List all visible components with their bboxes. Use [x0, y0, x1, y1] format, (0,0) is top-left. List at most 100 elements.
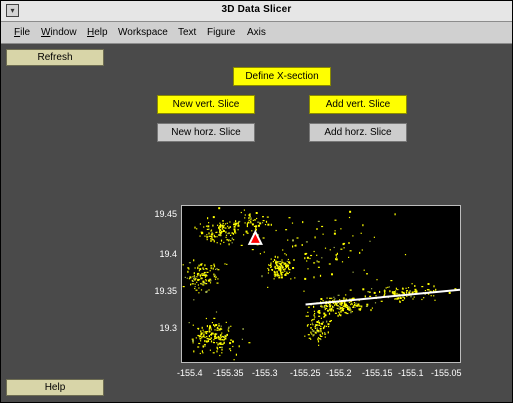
data-point — [273, 259, 276, 261]
data-point — [344, 305, 346, 308]
new-horz-slice-button[interactable]: New horz. Slice — [157, 123, 255, 142]
data-point — [210, 238, 212, 240]
data-point — [342, 243, 345, 246]
data-point — [284, 270, 286, 272]
data-point — [206, 336, 208, 338]
data-point — [414, 288, 417, 291]
data-point — [216, 327, 219, 329]
data-point — [233, 223, 235, 226]
data-point — [354, 306, 356, 308]
data-point — [285, 265, 287, 268]
title-bar: ▾ 3D Data Slicer — [1, 1, 512, 22]
data-point — [193, 278, 195, 280]
data-point — [336, 305, 339, 307]
new-vert-slice-button[interactable]: New vert. Slice — [157, 95, 255, 114]
data-point — [448, 291, 451, 294]
data-point — [206, 236, 209, 238]
menu-text[interactable]: Text — [178, 27, 196, 38]
data-point — [401, 299, 404, 301]
data-point — [214, 333, 216, 336]
data-point — [232, 232, 235, 235]
data-point — [430, 295, 432, 297]
data-point — [307, 334, 310, 336]
data-point — [207, 225, 210, 228]
data-point — [318, 324, 321, 326]
data-point — [304, 277, 307, 280]
data-point — [366, 303, 369, 306]
data-point — [312, 324, 314, 326]
data-point — [206, 332, 208, 335]
data-point — [201, 336, 203, 339]
data-point — [373, 291, 376, 294]
data-point — [261, 275, 263, 278]
data-point — [373, 236, 375, 238]
menu-file[interactable]: File — [14, 27, 30, 38]
data-point — [199, 274, 201, 277]
data-point — [322, 327, 325, 330]
data-point — [202, 345, 204, 348]
data-point — [331, 297, 333, 299]
data-point — [224, 223, 227, 225]
data-point — [296, 237, 299, 239]
data-point — [307, 315, 309, 317]
data-point — [306, 256, 309, 259]
data-point — [270, 223, 272, 226]
data-point — [384, 291, 386, 294]
data-point — [315, 332, 317, 334]
menu-figure[interactable]: Figure — [207, 27, 235, 38]
data-point — [256, 217, 258, 220]
data-point — [333, 246, 335, 249]
data-point — [274, 276, 276, 278]
data-point — [203, 344, 206, 346]
data-point — [204, 340, 206, 342]
data-point — [197, 274, 199, 276]
data-point — [394, 298, 396, 300]
data-point — [192, 276, 194, 278]
y-tick-label: 19.4 — [159, 249, 177, 259]
data-point — [216, 336, 218, 339]
data-point — [310, 254, 313, 257]
data-point — [267, 272, 269, 274]
scatter-plot[interactable] — [182, 206, 461, 362]
refresh-button[interactable]: Refresh — [6, 49, 104, 66]
define-xsection-button[interactable]: Define X-section — [233, 67, 331, 86]
data-point — [235, 223, 237, 226]
data-point — [248, 342, 251, 344]
data-point — [205, 225, 208, 227]
data-point — [340, 303, 342, 306]
add-vert-slice-button[interactable]: Add vert. Slice — [309, 95, 407, 114]
data-point — [214, 278, 217, 280]
data-point — [197, 279, 199, 281]
menu-window[interactable]: Window — [41, 27, 77, 38]
data-point — [266, 216, 269, 218]
data-point — [252, 219, 254, 221]
data-point — [198, 270, 200, 272]
data-point — [214, 329, 216, 331]
data-point — [276, 273, 279, 275]
data-point — [412, 291, 414, 293]
data-point — [314, 316, 316, 318]
data-point — [307, 268, 309, 270]
menu-workspace[interactable]: Workspace — [118, 27, 168, 38]
data-point — [318, 321, 320, 323]
help-button[interactable]: Help — [6, 379, 104, 396]
data-point — [316, 228, 318, 230]
data-point — [216, 350, 218, 353]
data-point — [225, 234, 228, 236]
data-point — [318, 320, 320, 322]
menu-axis[interactable]: Axis — [247, 27, 266, 38]
plot-area[interactable] — [181, 205, 461, 363]
add-horz-slice-button[interactable]: Add horz. Slice — [309, 123, 407, 142]
data-point — [320, 304, 322, 306]
cross-section-line[interactable] — [305, 288, 461, 306]
data-point — [333, 296, 335, 298]
data-point — [250, 218, 252, 220]
data-point — [316, 329, 318, 331]
menu-help[interactable]: Help — [87, 27, 108, 38]
data-point — [213, 274, 216, 276]
data-point — [227, 329, 229, 331]
data-point — [212, 267, 214, 270]
data-point — [220, 239, 223, 242]
x-tick-label: -155.25 — [290, 368, 321, 378]
data-point — [209, 270, 211, 272]
